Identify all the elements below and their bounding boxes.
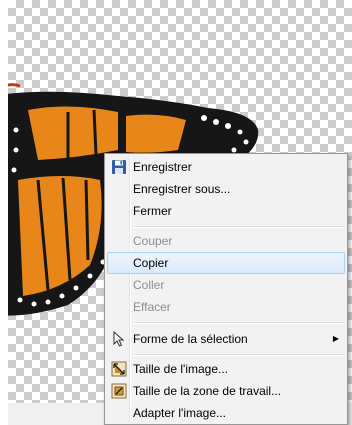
floppy-disk-icon	[111, 159, 127, 175]
menu-item-enregistrer-sous[interactable]: Enregistrer sous...	[107, 178, 345, 200]
menu-item-label: Taille de la zone de travail...	[133, 384, 282, 398]
menu-item-enregistrer[interactable]: Enregistrer	[107, 156, 345, 178]
image-size-icon	[111, 361, 127, 377]
menu-item-label: Copier	[133, 256, 169, 270]
menu-item-forme-selection[interactable]: Forme de la sélection ▶	[107, 328, 345, 350]
menu-item-label: Enregistrer sous...	[133, 182, 231, 196]
menu-item-label: Effacer	[133, 300, 171, 314]
menu-item-label: Coller	[133, 278, 165, 292]
menu-item-label: Taille de l'image...	[133, 362, 229, 376]
menu-item-label: Adapter l'image...	[133, 406, 227, 420]
menu-item-label: Enregistrer	[133, 160, 192, 174]
menu-separator	[133, 226, 345, 228]
menu-separator	[133, 322, 345, 324]
menu-item-adapter-image[interactable]: Adapter l'image...	[107, 402, 345, 424]
submenu-arrow-icon: ▶	[332, 334, 339, 343]
menu-item-taille-zone-travail[interactable]: Taille de la zone de travail...	[107, 380, 345, 402]
canvas-size-icon	[111, 383, 127, 399]
context-menu: Enregistrer Enregistrer sous... Fermer C…	[104, 153, 348, 425]
cursor-arrow-icon	[111, 330, 127, 347]
menu-separator	[133, 354, 345, 356]
menu-item-copier[interactable]: Copier	[107, 252, 345, 274]
menu-item-effacer[interactable]: Effacer	[107, 296, 345, 318]
menu-item-coller[interactable]: Coller	[107, 274, 345, 296]
menu-item-fermer[interactable]: Fermer	[107, 200, 345, 222]
menu-item-label: Forme de la sélection	[133, 332, 248, 346]
menu-item-couper[interactable]: Couper	[107, 230, 345, 252]
menu-item-taille-image[interactable]: Taille de l'image...	[107, 358, 345, 380]
menu-item-label: Couper	[133, 234, 173, 248]
menu-item-label: Fermer	[133, 204, 172, 218]
